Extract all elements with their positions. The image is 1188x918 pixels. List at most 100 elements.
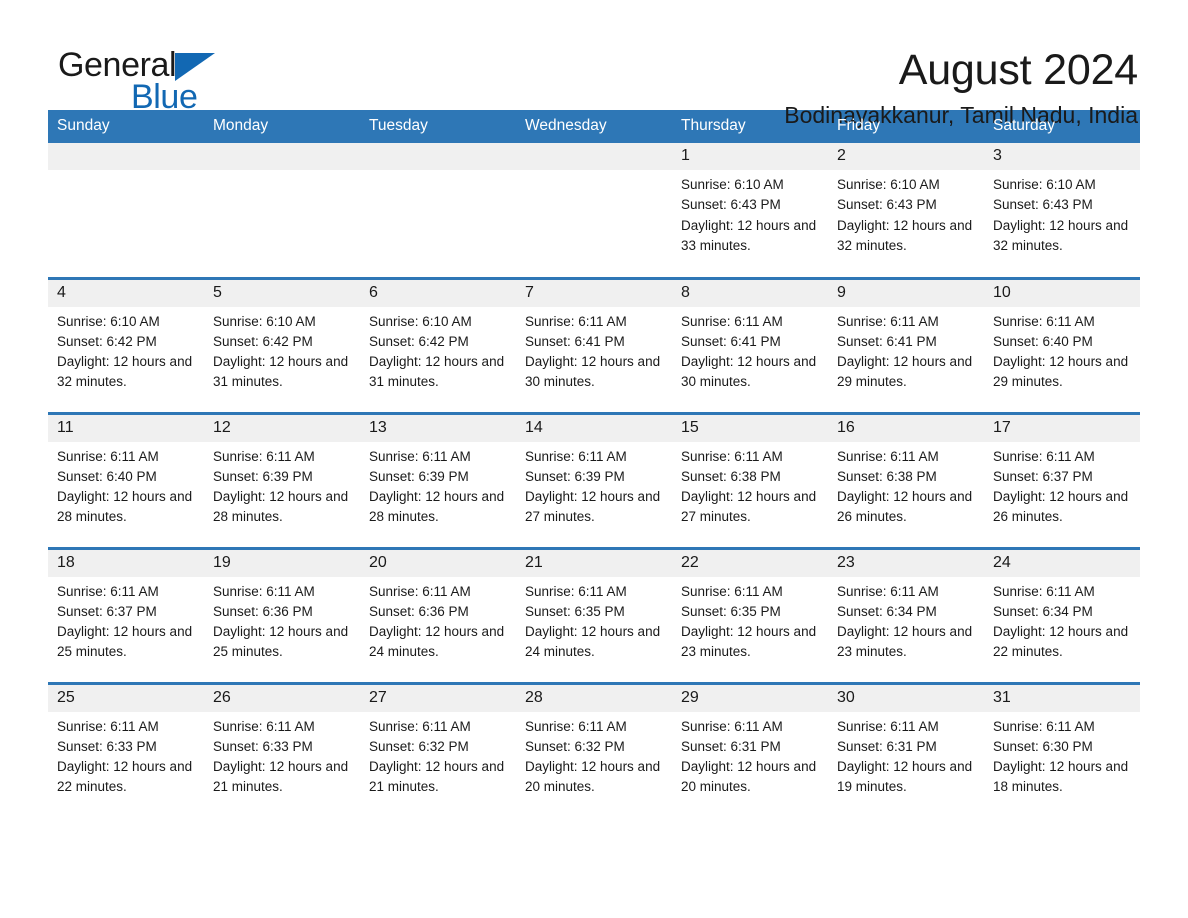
day-number: 24 [984, 549, 1140, 577]
sunset-text: Sunset: 6:33 PM [57, 738, 157, 754]
calendar-day-cell[interactable]: 4 Sunrise: 6:10 AM Sunset: 6:42 PM Daylight… [48, 276, 204, 413]
daylight-text: Daylight: 12 hours and 19 minutes. [837, 759, 973, 795]
calendar-day-cell[interactable]: 6 Sunrise: 6:10 AM Sunset: 6:42 PM Daylight… [360, 276, 516, 413]
day-number: 10 [984, 279, 1140, 307]
calendar-day-cell[interactable]: 21 Sunrise: 6:11 AM Sunset: 6:35 PM Dayligh… [516, 546, 672, 683]
day-number: 26 [204, 684, 360, 712]
calendar-day-cell[interactable]: 14 Sunrise: 6:11 AM Sunset: 6:39 PM Dayligh… [516, 411, 672, 548]
daylight-text: Daylight: 12 hours and 23 minutes. [837, 624, 973, 660]
daylight-text: Daylight: 12 hours and 24 minutes. [369, 624, 505, 660]
day-number: 16 [828, 414, 984, 442]
sunset-text: Sunset: 6:37 PM [57, 603, 157, 619]
calendar-day-cell[interactable]: 18 Sunrise: 6:11 AM Sunset: 6:37 PM Dayligh… [48, 546, 204, 683]
calendar-day-cell[interactable]: 30 Sunrise: 6:11 AM Sunset: 6:31 PM Dayligh… [828, 681, 984, 818]
day-details: Sunrise: 6:10 AM Sunset: 6:43 PM Daylight:… [828, 170, 984, 256]
calendar-day-cell[interactable]: 16 Sunrise: 6:11 AM Sunset: 6:38 PM Dayligh… [828, 411, 984, 548]
day-details: Sunrise: 6:11 AM Sunset: 6:38 PM Daylight:… [828, 442, 984, 528]
calendar-day-cell[interactable]: 3 Sunrise: 6:10 AM Sunset: 6:43 PM Daylight… [984, 143, 1140, 278]
sunset-text: Sunset: 6:39 PM [525, 468, 625, 484]
calendar-day-cell[interactable]: 11 Sunrise: 6:11 AM Sunset: 6:40 PM Dayligh… [48, 411, 204, 548]
day-details: Sunrise: 6:11 AM Sunset: 6:40 PM Daylight:… [48, 442, 204, 528]
daylight-text: Daylight: 12 hours and 28 minutes. [57, 489, 193, 525]
sunrise-text: Sunrise: 6:11 AM [369, 718, 471, 734]
sunrise-text: Sunrise: 6:11 AM [681, 313, 783, 329]
calendar-day-cell[interactable]: 22 Sunrise: 6:11 AM Sunset: 6:35 PM Dayligh… [672, 546, 828, 683]
calendar-day-cell[interactable]: 5 Sunrise: 6:10 AM Sunset: 6:42 PM Daylight… [204, 276, 360, 413]
calendar-day-cell[interactable]: 27 Sunrise: 6:11 AM Sunset: 6:32 PM Dayligh… [360, 681, 516, 818]
calendar-day-cell[interactable]: 28 Sunrise: 6:11 AM Sunset: 6:32 PM Dayligh… [516, 681, 672, 818]
calendar-day-cell[interactable]: 12 Sunrise: 6:11 AM Sunset: 6:39 PM Dayligh… [204, 411, 360, 548]
calendar-day-cell[interactable]: 29 Sunrise: 6:11 AM Sunset: 6:31 PM Dayligh… [672, 681, 828, 818]
calendar-day-cell[interactable]: 9 Sunrise: 6:11 AM Sunset: 6:41 PM Daylight… [828, 276, 984, 413]
calendar-day-cell[interactable]: 26 Sunrise: 6:11 AM Sunset: 6:33 PM Dayligh… [204, 681, 360, 818]
logo-bottom-row: Blue [58, 80, 298, 114]
calendar-day-cell[interactable]: 31 Sunrise: 6:11 AM Sunset: 6:30 PM Dayligh… [984, 681, 1140, 818]
daylight-text: Daylight: 12 hours and 29 minutes. [993, 354, 1129, 390]
day-number [48, 143, 204, 170]
general-blue-logo[interactable]: General Blue [48, 48, 298, 118]
day-details: Sunrise: 6:11 AM Sunset: 6:41 PM Daylight:… [672, 307, 828, 393]
sunrise-text: Sunrise: 6:11 AM [993, 313, 1095, 329]
daylight-text: Daylight: 12 hours and 21 minutes. [369, 759, 505, 795]
calendar-day-cell[interactable]: 2 Sunrise: 6:10 AM Sunset: 6:43 PM Daylight… [828, 143, 984, 278]
calendar-day-cell[interactable]: 24 Sunrise: 6:11 AM Sunset: 6:34 PM Dayligh… [984, 546, 1140, 683]
sunset-text: Sunset: 6:40 PM [993, 333, 1093, 349]
calendar-day-cell[interactable]: 25 Sunrise: 6:11 AM Sunset: 6:33 PM Dayligh… [48, 681, 204, 818]
day-number: 8 [672, 279, 828, 307]
daylight-text: Daylight: 12 hours and 18 minutes. [993, 759, 1129, 795]
page-title: August 2024 [898, 46, 1138, 94]
daylight-text: Daylight: 12 hours and 32 minutes. [57, 354, 193, 390]
sunrise-text: Sunrise: 6:11 AM [681, 448, 783, 464]
day-details: Sunrise: 6:10 AM Sunset: 6:42 PM Daylight:… [204, 307, 360, 393]
daylight-text: Daylight: 12 hours and 27 minutes. [525, 489, 661, 525]
day-number: 3 [984, 143, 1140, 170]
daylight-text: Daylight: 12 hours and 23 minutes. [681, 624, 817, 660]
day-details: Sunrise: 6:11 AM Sunset: 6:38 PM Daylight:… [672, 442, 828, 528]
calendar-day-cell[interactable]: 13 Sunrise: 6:11 AM Sunset: 6:39 PM Dayligh… [360, 411, 516, 548]
calendar-day-cell[interactable]: 20 Sunrise: 6:11 AM Sunset: 6:36 PM Dayligh… [360, 546, 516, 683]
calendar-day-cell[interactable]: 23 Sunrise: 6:11 AM Sunset: 6:34 PM Dayligh… [828, 546, 984, 683]
calendar-day-cell[interactable]: 8 Sunrise: 6:11 AM Sunset: 6:41 PM Daylight… [672, 276, 828, 413]
sunrise-text: Sunrise: 6:11 AM [369, 448, 471, 464]
weekday-header-tuesday: Tuesday [360, 110, 516, 143]
sunrise-text: Sunrise: 6:11 AM [681, 718, 783, 734]
day-details: Sunrise: 6:10 AM Sunset: 6:42 PM Daylight:… [360, 307, 516, 393]
daylight-text: Daylight: 12 hours and 21 minutes. [213, 759, 349, 795]
sunrise-text: Sunrise: 6:11 AM [525, 313, 627, 329]
sunrise-text: Sunrise: 6:11 AM [837, 718, 939, 734]
calendar-day-cell[interactable]: 1 Sunrise: 6:10 AM Sunset: 6:43 PM Daylight… [672, 143, 828, 278]
day-details: Sunrise: 6:11 AM Sunset: 6:39 PM Daylight:… [204, 442, 360, 528]
daylight-text: Daylight: 12 hours and 20 minutes. [681, 759, 817, 795]
day-details: Sunrise: 6:11 AM Sunset: 6:33 PM Daylight:… [204, 712, 360, 798]
calendar-day-cell-empty [516, 143, 672, 278]
calendar-day-cell[interactable]: 15 Sunrise: 6:11 AM Sunset: 6:38 PM Dayligh… [672, 411, 828, 548]
calendar-day-cell[interactable]: 19 Sunrise: 6:11 AM Sunset: 6:36 PM Dayligh… [204, 546, 360, 683]
triangle-icon [175, 53, 216, 81]
sunset-text: Sunset: 6:35 PM [525, 603, 625, 619]
sunset-text: Sunset: 6:34 PM [993, 603, 1093, 619]
calendar-day-cell-empty [204, 143, 360, 278]
day-details: Sunrise: 6:11 AM Sunset: 6:35 PM Daylight:… [672, 577, 828, 663]
day-details: Sunrise: 6:11 AM Sunset: 6:41 PM Daylight:… [516, 307, 672, 393]
calendar-day-cell[interactable]: 10 Sunrise: 6:11 AM Sunset: 6:40 PM Dayligh… [984, 276, 1140, 413]
sunrise-text: Sunrise: 6:11 AM [57, 718, 159, 734]
sunrise-text: Sunrise: 6:11 AM [57, 583, 159, 599]
sunrise-text: Sunrise: 6:10 AM [57, 313, 160, 329]
sunrise-sunset-calendar: Sunday Monday Tuesday Wednesday Thursday… [48, 110, 1140, 818]
logo-general-text: General [58, 46, 177, 84]
sunrise-text: Sunrise: 6:10 AM [681, 177, 784, 192]
daylight-text: Daylight: 12 hours and 33 minutes. [681, 217, 817, 253]
day-details: Sunrise: 6:11 AM Sunset: 6:37 PM Daylight:… [984, 442, 1140, 528]
daylight-text: Daylight: 12 hours and 25 minutes. [57, 624, 193, 660]
calendar-body: 1 Sunrise: 6:10 AM Sunset: 6:43 PM Daylight… [48, 143, 1140, 818]
sunset-text: Sunset: 6:37 PM [993, 468, 1093, 484]
calendar-day-cell[interactable]: 17 Sunrise: 6:11 AM Sunset: 6:37 PM Dayligh… [984, 411, 1140, 548]
calendar-week-row: 11 Sunrise: 6:11 AM Sunset: 6:40 PM Dayligh… [48, 411, 1140, 548]
day-details: Sunrise: 6:11 AM Sunset: 6:41 PM Daylight:… [828, 307, 984, 393]
sunrise-text: Sunrise: 6:11 AM [525, 583, 627, 599]
day-number [360, 143, 516, 170]
day-details: Sunrise: 6:11 AM Sunset: 6:30 PM Daylight:… [984, 712, 1140, 798]
calendar-day-cell[interactable]: 7 Sunrise: 6:11 AM Sunset: 6:41 PM Daylight… [516, 276, 672, 413]
day-number: 11 [48, 414, 204, 442]
daylight-text: Daylight: 12 hours and 28 minutes. [369, 489, 505, 525]
